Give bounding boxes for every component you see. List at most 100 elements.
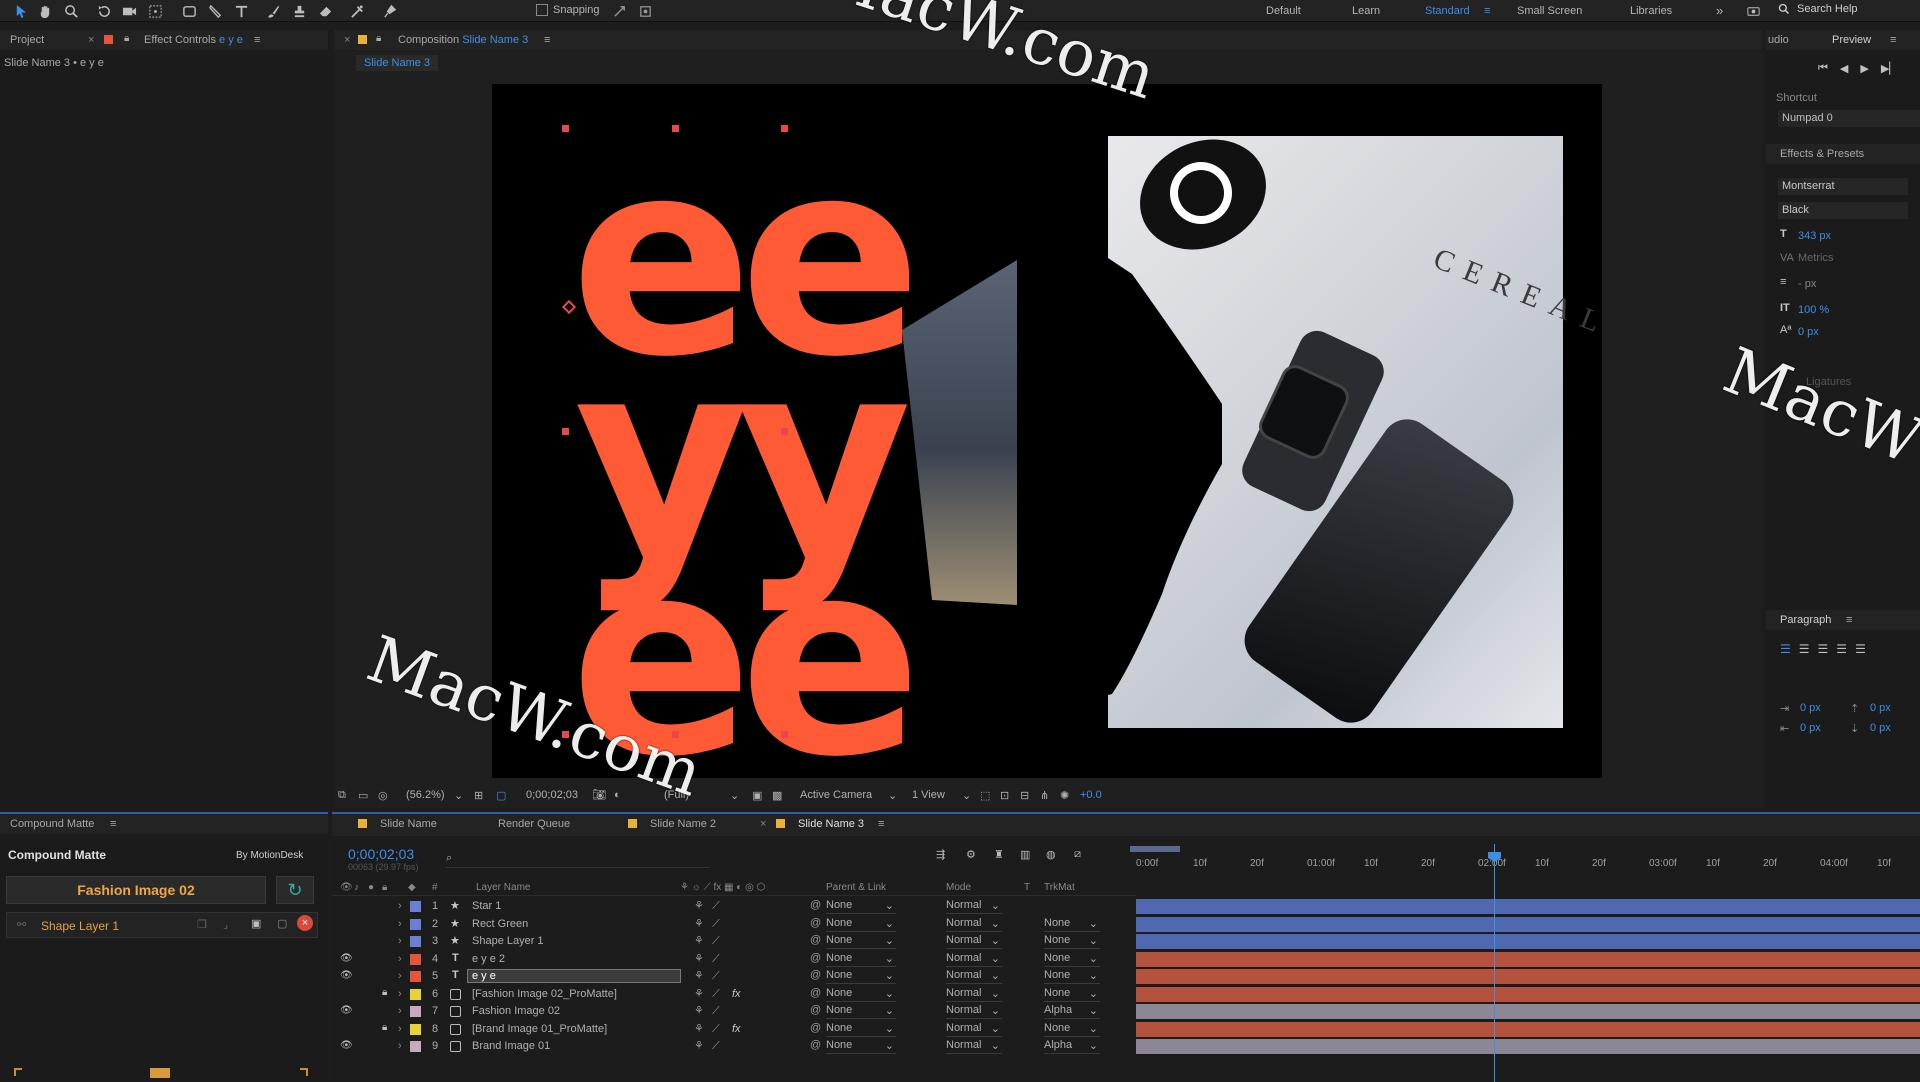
shy-switch-icon[interactable]: ⚘ [694,899,704,912]
shy-switch-icon[interactable]: ⚘ [694,987,704,1000]
quality-switch-icon[interactable]: ⟋ [712,1040,720,1053]
shy-switch-icon[interactable]: ⚘ [694,934,704,947]
pan-behind-tool-icon[interactable] [146,2,164,20]
layer-name[interactable]: Rect Green [468,918,680,930]
quality-switch-icon[interactable]: ⟋ [712,1005,720,1018]
blend-mode-dropdown[interactable]: Normal ⌄ [946,1004,1002,1019]
quality-switch-icon[interactable]: ⟋ [712,953,720,966]
resolution-grid-icon[interactable]: ⊞ [474,789,483,802]
link-icon[interactable]: ⚯ [17,918,26,931]
layer-duration-bar[interactable] [1136,969,1920,984]
font-family-dropdown[interactable]: Montserrat [1778,178,1908,195]
blend-mode-dropdown[interactable]: Normal ⌄ [946,1022,1002,1037]
layer-row[interactable]: 👁︎ › 9 Brand Image 01 ⚘ ⟋ @ None ⌄ Normal ⌄ Alpha ⌄ [332,1038,1920,1055]
layer-label-color[interactable] [410,954,421,965]
parent-dropdown[interactable]: None ⌄ [826,934,896,949]
graph-editor-icon[interactable]: ⧄ [1074,848,1081,861]
lock-icon[interactable]: 🔒︎ [382,987,387,998]
mask-visibility-icon[interactable]: ◎ [378,789,388,802]
play-icon[interactable]: ▶︎ [1860,62,1868,75]
visibility-toggle[interactable] [340,1023,350,1033]
view-layout-dropdown[interactable]: 1 View [912,789,945,801]
trkmat-dropdown[interactable]: None ⌄ [1044,952,1100,967]
zoom-tool-icon[interactable] [62,2,80,20]
parent-dropdown[interactable]: None ⌄ [826,969,896,984]
chevron-down-icon[interactable]: ⌄ [730,789,739,802]
motion-blur-icon[interactable]: ◍ [1046,848,1056,861]
roto-brush-tool-icon[interactable] [348,2,366,20]
pickwhip-icon[interactable]: @ [810,1039,821,1051]
layer-duration-bar[interactable] [1136,934,1920,949]
eraser-tool-icon[interactable] [316,2,334,20]
layer-row[interactable]: › 1 ★ Star 1 ⚘ ⟋ @ None ⌄ Normal ⌄ [332,898,1920,915]
shy-switch-icon[interactable]: ⚘ [694,1022,704,1035]
tab-slide-name-3[interactable]: Slide Name 3 [798,818,864,830]
shy-switch-icon[interactable]: ⚘ [694,1004,704,1017]
layer-name[interactable]: e y e 2 [468,953,680,965]
parent-dropdown[interactable]: None ⌄ [826,1022,896,1037]
kerning-value[interactable]: Metrics [1798,252,1833,264]
playhead[interactable] [1488,844,1501,1082]
expand-chevron-icon[interactable]: › [398,1005,402,1017]
pickwhip-icon[interactable]: @ [810,934,821,946]
sync-settings-icon[interactable] [1744,2,1762,20]
layer-row[interactable]: 🔒︎ › 6 [Fashion Image 02_ProMatte] ⚘ ⟋ fx @ None… [332,986,1920,1003]
layer-name[interactable]: e y e [467,969,681,983]
quality-switch-icon[interactable]: ⟋ [712,900,720,913]
remove-matte-icon[interactable]: × [297,915,313,931]
visibility-toggle[interactable] [340,988,350,998]
transform-handle[interactable] [781,731,788,738]
trkmat-dropdown[interactable]: None ⌄ [1044,969,1100,984]
refresh-icon[interactable]: ↻ [276,876,314,904]
tab-composition[interactable]: Composition Slide Name 3 [398,34,528,46]
workspace-standard[interactable]: Standard [1425,5,1470,17]
composition-breadcrumb-tab[interactable]: Slide Name 3 [356,55,439,71]
tab-slide-name-2[interactable]: Slide Name 2 [650,818,716,830]
chevron-down-icon[interactable]: ⌄ [962,789,971,802]
space-after-value[interactable]: 0 px [1870,722,1891,734]
layer-label-color[interactable] [410,1006,421,1017]
intersect-icon[interactable]: ▢ [277,917,287,930]
frame-blending-icon[interactable]: ▥ [1020,848,1030,861]
puppet-tool-icon[interactable] [380,2,398,20]
first-frame-icon[interactable]: ⏮ [1818,62,1828,75]
panel-menu-icon[interactable]: ≡ [110,818,116,830]
blend-mode-dropdown[interactable]: Normal ⌄ [946,899,1002,914]
workspace-default[interactable]: Default [1266,5,1301,17]
layer-label-color[interactable] [410,1024,421,1035]
indent-first-value[interactable]: 0 px [1800,722,1821,734]
layer-label-color[interactable] [410,989,421,1000]
trkmat-dropdown[interactable]: None ⌄ [1044,987,1100,1002]
layer-row[interactable]: 🔒︎ › 8 [Brand Image 01_ProMatte] ⚘ ⟋ fx @ None ⌄ N… [332,1021,1920,1038]
tab-render-queue[interactable]: Render Queue [498,818,570,830]
next-frame-icon[interactable]: ▶︎▏ [1881,62,1898,75]
snapping-checkbox[interactable] [536,4,548,16]
layer-duration-bar[interactable] [1136,917,1920,932]
blend-mode-dropdown[interactable]: Normal ⌄ [946,987,1002,1002]
close-tab-icon[interactable]: × [344,34,350,46]
lock-icon[interactable]: 🔒︎ [124,33,129,44]
pickwhip-icon[interactable]: @ [810,987,821,999]
visibility-toggle[interactable] [340,918,350,928]
layer-label-color[interactable] [410,901,421,912]
close-tab-icon[interactable]: × [88,34,94,46]
current-time-display[interactable]: 0;00;02;03 [526,789,578,801]
justify-last-center-icon[interactable]: ☰ [1855,642,1866,656]
add-mode-icon[interactable]: ▣ [251,917,261,930]
parent-dropdown[interactable]: None ⌄ [826,987,896,1002]
font-size-value[interactable]: 343 px [1798,230,1831,242]
effects-switch-icon[interactable]: fx [732,1023,741,1035]
visibility-eye-icon[interactable]: 👁︎ [340,1040,353,1051]
quality-switch-icon[interactable]: ⟋ [712,988,720,1001]
region-of-interest-icon[interactable]: ▣ [752,789,762,802]
transform-handle[interactable] [781,428,788,435]
tab-compound-matte[interactable]: Compound Matte [10,818,94,830]
chevron-down-icon[interactable]: ⌄ [888,789,897,802]
transform-handle[interactable] [781,125,788,132]
tab-project[interactable]: Project [10,34,44,46]
camera-tool-icon[interactable] [120,2,138,20]
panel-menu-icon[interactable]: ≡ [1846,614,1852,626]
expand-chevron-icon[interactable]: › [398,970,402,982]
workspace-menu-icon[interactable]: ≡ [1484,5,1490,17]
layer-name[interactable]: Star 1 [468,900,680,912]
